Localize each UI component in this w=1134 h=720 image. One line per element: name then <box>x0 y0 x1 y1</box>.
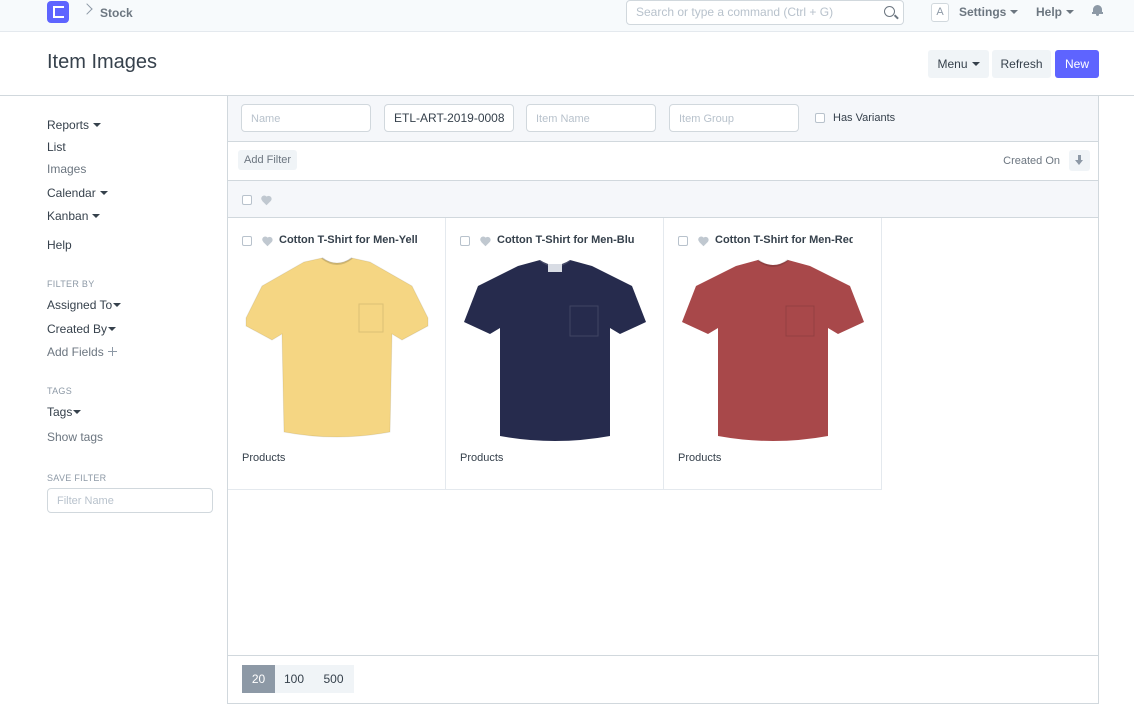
sidebar-kanban-label: Kanban <box>47 209 89 223</box>
page-head: Item Images Menu Refresh New <box>0 32 1134 96</box>
sidebar-reports-label: Reports <box>47 118 90 132</box>
caret-down-icon <box>93 122 102 127</box>
refresh-button[interactable]: Refresh <box>992 50 1051 78</box>
sidebar-calendar[interactable]: Calendar <box>47 186 108 200</box>
article-filter-input[interactable] <box>384 104 514 132</box>
caret-down-icon <box>99 190 108 195</box>
save-filter-heading: SAVE FILTER <box>47 473 107 483</box>
caret-down-icon <box>92 213 101 218</box>
navbar: Stock A Settings Help <box>0 0 1134 32</box>
page-length-500-button[interactable]: 500 <box>313 665 354 693</box>
sidebar-assigned-to[interactable]: Assigned To <box>47 298 122 312</box>
menu-button[interactable]: Menu <box>928 50 989 78</box>
card-checkbox[interactable] <box>242 236 252 246</box>
tags-label: Tags <box>47 405 73 419</box>
search-input[interactable] <box>636 1 876 23</box>
has-variants-label: Has Variants <box>833 112 896 124</box>
list-header <box>228 181 1098 218</box>
add-fields-label: Add Fields <box>47 345 104 359</box>
filter-name-input[interactable] <box>47 488 213 513</box>
help-label: Help <box>1036 5 1063 19</box>
caret-down-icon <box>73 409 82 414</box>
filter-bar: Add Filter Created On <box>228 142 1098 181</box>
page-length-20-button[interactable]: 20 <box>242 665 275 693</box>
tshirt-image[interactable] <box>460 256 650 446</box>
filter-by-heading: FILTER BY <box>47 279 95 289</box>
caret-down-icon <box>1010 9 1019 14</box>
item-name-filter-input[interactable] <box>526 104 656 132</box>
sidebar-help[interactable]: Help <box>47 238 72 252</box>
card-item-group: Products <box>242 452 286 464</box>
sidebar-add-fields[interactable]: Add Fields <box>47 345 117 359</box>
sidebar-tags[interactable]: Tags <box>47 405 82 419</box>
sidebar-reports[interactable]: Reports <box>47 118 102 132</box>
avatar[interactable]: A <box>931 3 949 22</box>
caret-down-icon <box>108 326 117 331</box>
select-all-checkbox[interactable] <box>242 195 252 205</box>
image-card[interactable]: Cotton T-Shirt for Men-Red Products <box>664 218 882 490</box>
assigned-to-label: Assigned To <box>47 298 113 312</box>
awesomebar <box>626 0 904 25</box>
standard-filters: Has Variants <box>228 96 1098 142</box>
card-title[interactable]: Cotton T-Shirt for Men-Blue <box>497 234 635 246</box>
plus-icon <box>107 347 117 357</box>
breadcrumb-stock[interactable]: Stock <box>100 6 133 20</box>
heart-icon[interactable] <box>480 237 490 246</box>
sidebar-created-by[interactable]: Created By <box>47 322 117 336</box>
sidebar-kanban[interactable]: Kanban <box>47 209 101 223</box>
caret-down-icon <box>1066 9 1075 14</box>
sidebar-images[interactable]: Images <box>47 162 86 176</box>
sidebar-calendar-label: Calendar <box>47 186 96 200</box>
caret-down-icon <box>113 302 122 307</box>
sidebar-show-tags[interactable]: Show tags <box>47 430 103 444</box>
menu-label: Menu <box>937 57 968 71</box>
item-group-filter-input[interactable] <box>669 104 799 132</box>
app-logo-icon[interactable] <box>47 1 69 23</box>
sort-order-button[interactable] <box>1069 150 1090 171</box>
card-title[interactable]: Cotton T-Shirt for Men-Red <box>715 234 853 246</box>
list-main-panel: Has Variants Add Filter Created On Cotto… <box>227 96 1099 704</box>
card-checkbox[interactable] <box>678 236 688 246</box>
created-by-label: Created By <box>47 322 108 336</box>
sort-selector[interactable]: Created On <box>1003 155 1060 167</box>
name-filter-input[interactable] <box>241 104 371 132</box>
settings-label: Settings <box>959 5 1007 19</box>
breadcrumb-chevron-icon <box>81 3 93 15</box>
card-title[interactable]: Cotton T-Shirt for Men-Yellow <box>279 234 417 246</box>
heart-icon[interactable] <box>262 237 272 246</box>
paging-divider <box>228 655 1098 656</box>
add-filter-button[interactable]: Add Filter <box>238 150 298 170</box>
card-item-group: Products <box>678 452 722 464</box>
search-icon[interactable] <box>884 6 895 17</box>
new-button[interactable]: New <box>1055 50 1099 78</box>
heart-icon[interactable] <box>698 237 708 246</box>
tshirt-image[interactable] <box>242 256 432 446</box>
image-card[interactable]: Cotton T-Shirt for Men-Yellow Products <box>228 218 446 490</box>
notifications-bell-icon[interactable] <box>1092 5 1103 16</box>
card-checkbox[interactable] <box>460 236 470 246</box>
caret-down-icon <box>971 61 980 66</box>
image-card[interactable]: Cotton T-Shirt for Men-Blue Products <box>446 218 664 490</box>
page-length-100-button[interactable]: 100 <box>275 665 313 693</box>
settings-dropdown[interactable]: Settings <box>959 5 1019 19</box>
help-dropdown[interactable]: Help <box>1036 5 1075 19</box>
tshirt-image[interactable] <box>678 256 868 446</box>
has-variants-checkbox[interactable] <box>815 113 825 123</box>
card-item-group: Products <box>460 452 504 464</box>
page-title: Item Images <box>47 51 158 73</box>
tags-heading: TAGS <box>47 386 73 396</box>
sidebar-list[interactable]: List <box>47 140 66 154</box>
heart-icon[interactable] <box>261 196 271 205</box>
